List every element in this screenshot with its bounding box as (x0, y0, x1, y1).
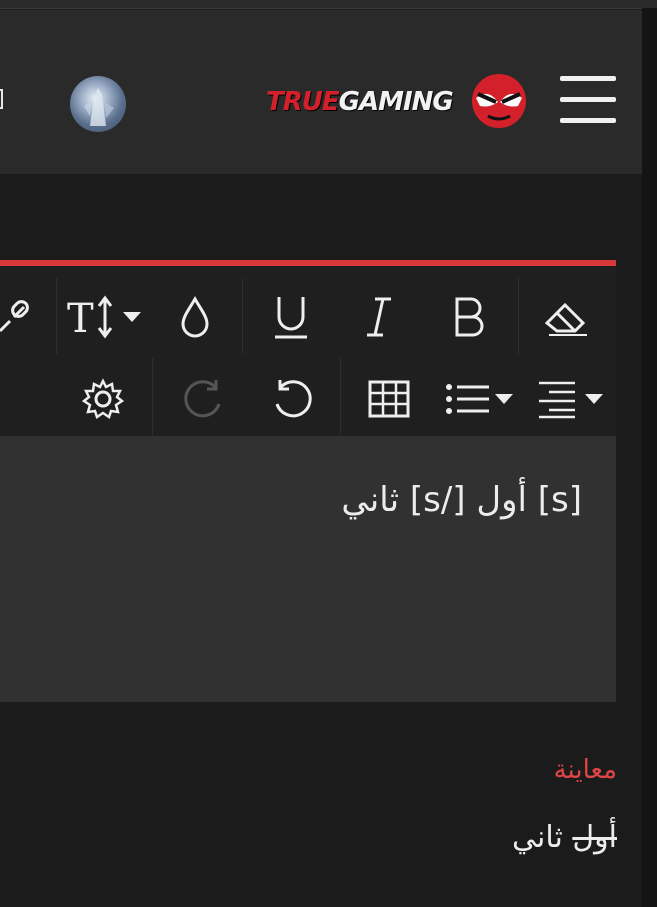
italic-icon[interactable] (350, 288, 408, 346)
editor-content-area[interactable]: [s] أول [/s] ثاني (0, 436, 616, 702)
avatar-image-icon (84, 88, 114, 126)
toolbar-separator (242, 278, 243, 354)
toolbar-separator (56, 278, 57, 354)
svg-text:T: T (67, 296, 94, 342)
toolbar-separator (518, 278, 519, 354)
list-icon[interactable] (440, 370, 520, 428)
preview-rest-text: ثاني (511, 820, 573, 855)
underline-icon[interactable] (262, 288, 320, 346)
redo-icon[interactable] (172, 370, 234, 428)
site-logo-text[interactable]: TRUEGAMING (266, 82, 454, 122)
eraser-icon[interactable] (538, 288, 596, 346)
logo-part-true: TRUE (266, 87, 340, 117)
color-drop-icon[interactable] (166, 288, 224, 346)
align-icon[interactable] (532, 370, 612, 428)
scroll-strip (642, 8, 657, 907)
font-size-icon[interactable]: T (64, 288, 146, 346)
bold-icon[interactable] (440, 288, 498, 346)
site-header: TRUEGAMING (0, 10, 642, 174)
undo-icon[interactable] (262, 370, 324, 428)
toolbar-separator (340, 358, 341, 438)
settings-icon[interactable] (72, 370, 134, 428)
logo-part-gaming: GAMING (338, 87, 454, 117)
top-border (0, 0, 657, 9)
editor-toolbar: T (0, 260, 616, 438)
table-icon[interactable] (358, 370, 420, 428)
link-icon[interactable] (0, 288, 34, 346)
hamburger-menu-icon[interactable] (560, 76, 616, 124)
rich-text-editor: T [s] أول [/s] ثاني (0, 260, 616, 702)
preview-label: معاينة (553, 755, 617, 785)
avatar[interactable] (70, 76, 126, 132)
preview-strike-text: أول (572, 820, 617, 855)
preview-text: أول ثاني (512, 820, 617, 855)
logo-mascot-icon[interactable] (470, 72, 528, 130)
toolbar-separator (152, 358, 153, 438)
editor-content-text[interactable]: [s] أول [/s] ثاني (341, 480, 582, 520)
cart-icon[interactable] (0, 84, 6, 114)
